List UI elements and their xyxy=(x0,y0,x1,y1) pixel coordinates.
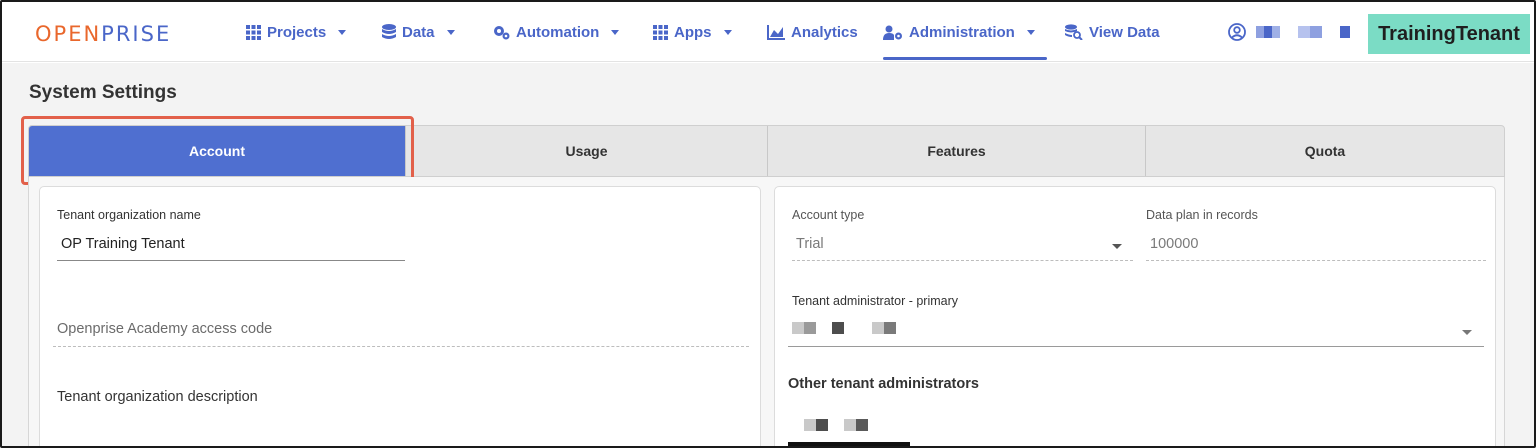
caret-down-icon xyxy=(611,29,620,35)
nav-data[interactable]: Data xyxy=(382,2,455,62)
page-content: System Settings Account Usage Features Q… xyxy=(2,63,1534,446)
field-underline xyxy=(53,346,749,347)
nav-administration[interactable]: Administration xyxy=(883,2,1047,62)
dropdown-arrow-icon xyxy=(1462,330,1472,335)
field-underline xyxy=(1146,260,1486,261)
grid-icon xyxy=(653,24,668,40)
org-details-card: Tenant organization name OP Training Ten… xyxy=(39,186,761,446)
data-plan-value: 100000 xyxy=(1150,236,1199,252)
nav-apps[interactable]: Apps xyxy=(653,2,732,62)
nav-projects[interactable]: Projects xyxy=(246,2,347,62)
page-title: System Settings xyxy=(29,82,177,103)
field-underline xyxy=(792,260,1133,261)
redacted-admin-list xyxy=(804,419,868,431)
academy-code-placeholder: Openprise Academy access code xyxy=(57,321,273,337)
user-cog-icon xyxy=(883,25,902,40)
nav-label: Administration xyxy=(909,23,1015,41)
academy-code-field[interactable]: Openprise Academy access code xyxy=(53,321,749,349)
tenant-badge[interactable]: TrainingTenant xyxy=(1368,14,1530,54)
nav-label: Data xyxy=(402,23,435,41)
org-name-value: OP Training Tenant xyxy=(61,236,185,252)
grid-icon xyxy=(246,24,261,40)
app-window: OPENPRISE Projects Data Automation Apps … xyxy=(0,0,1536,448)
caret-down-icon xyxy=(446,29,455,35)
nav-label: Automation xyxy=(516,23,600,41)
nav-label: Analytics xyxy=(791,23,858,41)
tab-account[interactable]: Account xyxy=(29,126,405,176)
account-type-value: Trial xyxy=(796,236,824,252)
account-info-card: Account type Trial Data plan in records … xyxy=(774,186,1496,446)
database-icon xyxy=(382,24,396,39)
tab-features[interactable]: Features xyxy=(767,126,1145,176)
nav-label: Projects xyxy=(267,23,327,41)
redacted-user-role xyxy=(1298,26,1322,38)
org-description-field[interactable]: Tenant organization description xyxy=(57,389,657,405)
data-search-icon xyxy=(1065,24,1083,40)
field-label: Tenant organization name xyxy=(57,208,201,222)
redacted-admin-name xyxy=(792,322,896,334)
openprise-logo[interactable]: OPENPRISE xyxy=(35,22,171,46)
nav-automation[interactable]: Automation xyxy=(492,2,620,62)
top-navbar: OPENPRISE Projects Data Automation Apps … xyxy=(2,2,1534,62)
caret-down-icon xyxy=(338,29,347,35)
nav-view-data[interactable]: View Data xyxy=(1065,2,1160,62)
field-underline xyxy=(788,346,1484,347)
redacted-user-name xyxy=(1256,26,1280,38)
data-plan-field[interactable]: Data plan in records 100000 xyxy=(1146,208,1486,264)
primary-admin-select[interactable]: Tenant administrator - primary xyxy=(788,294,1484,350)
user-menu[interactable] xyxy=(1228,2,1350,62)
nav-label: View Data xyxy=(1089,23,1160,41)
user-circle-icon xyxy=(1228,23,1246,41)
settings-tabs: Account Usage Features Quota xyxy=(28,125,1505,177)
account-panel: Tenant organization name OP Training Ten… xyxy=(28,177,1505,446)
tab-usage[interactable]: Usage xyxy=(405,126,767,176)
nav-analytics[interactable]: Analytics xyxy=(767,2,858,62)
tab-quota[interactable]: Quota xyxy=(1145,126,1504,176)
caret-down-icon xyxy=(723,29,732,35)
cogs-icon xyxy=(494,26,510,40)
field-label: Tenant administrator - primary xyxy=(792,294,959,308)
field-label: Data plan in records xyxy=(1146,208,1258,222)
other-admins-heading: Other tenant administrators xyxy=(788,376,979,392)
org-description-label: Tenant organization description xyxy=(57,389,258,405)
redacted-block xyxy=(1340,26,1350,38)
dropdown-arrow-icon xyxy=(1112,244,1122,249)
other-admins-section: Other tenant administrators xyxy=(788,376,1388,446)
field-label: Account type xyxy=(792,208,865,222)
account-type-select[interactable]: Account type Trial xyxy=(792,208,1133,264)
field-underline xyxy=(57,260,405,261)
redacted-bar xyxy=(788,442,910,446)
chart-area-icon xyxy=(767,24,785,40)
nav-label: Apps xyxy=(674,23,712,41)
org-name-field[interactable]: Tenant organization name OP Training Ten… xyxy=(57,208,405,264)
caret-down-icon xyxy=(1026,29,1035,35)
